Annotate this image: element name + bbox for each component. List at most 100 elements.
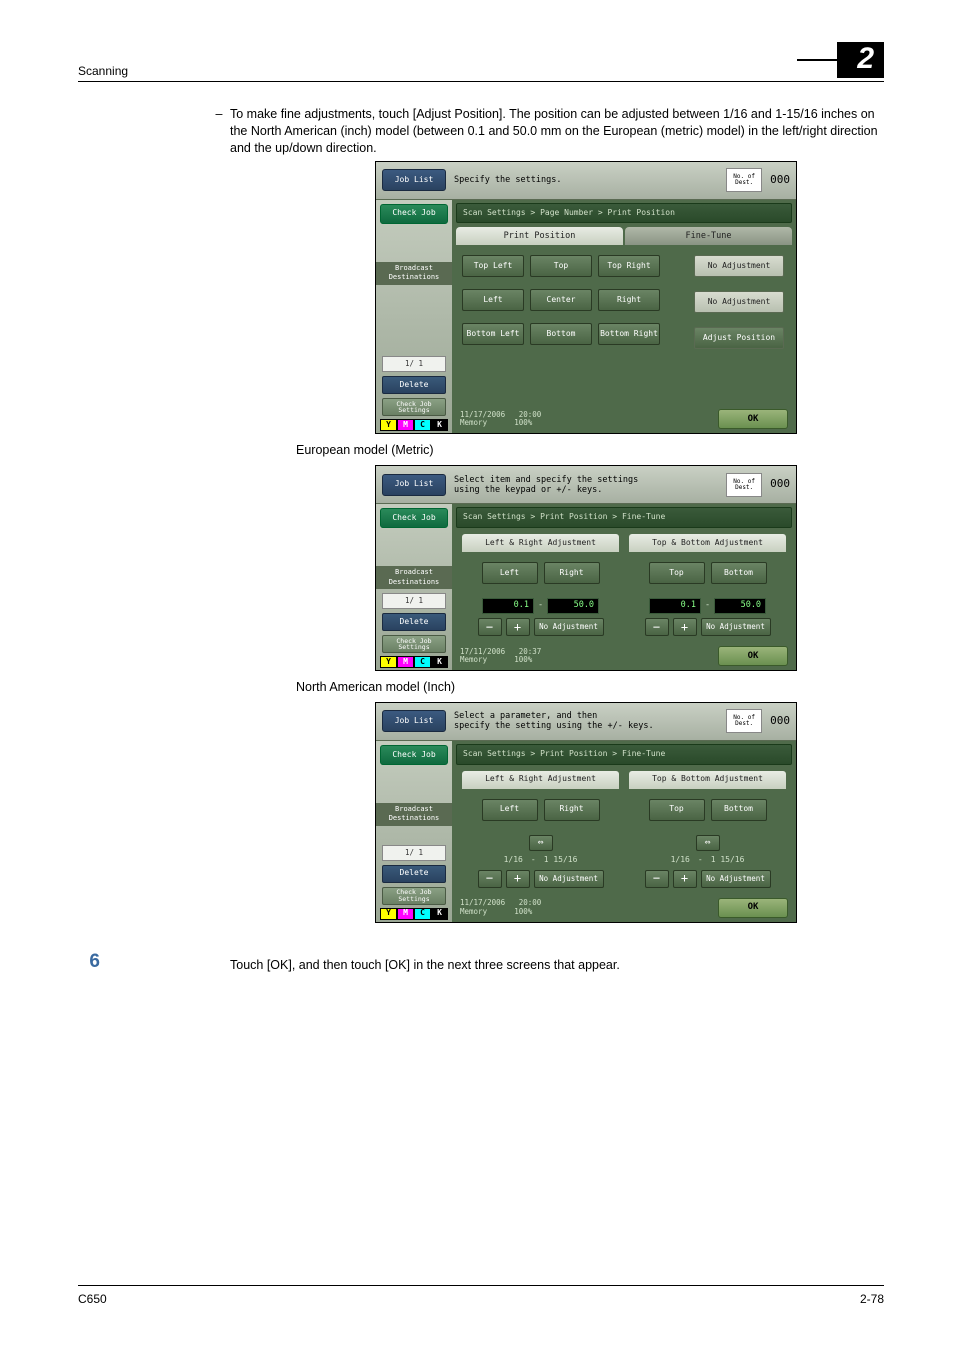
toner-m: M: [397, 419, 414, 431]
timestamp: 17/11/2006 20:37 Memory 100%: [460, 648, 541, 665]
lr-adjustment-header: Left & Right Adjustment: [462, 534, 619, 552]
pos-top-left[interactable]: Top Left: [462, 255, 524, 277]
pos-bottom[interactable]: Bottom: [530, 323, 592, 345]
page-indicator: 1/ 1: [382, 356, 446, 372]
page-indicator: 1/ 1: [382, 845, 446, 861]
swap-icon[interactable]: ⇔: [696, 835, 720, 851]
toner-indicators: Y M C K: [380, 908, 448, 920]
minus-button[interactable]: −: [645, 870, 669, 888]
swap-icon[interactable]: ⇔: [529, 835, 553, 851]
footer-page: 2-78: [860, 1292, 884, 1306]
no-adjustment-button[interactable]: No Adjustment: [701, 870, 771, 888]
lr-adjustment-header: Left & Right Adjustment: [462, 771, 619, 789]
delete-button[interactable]: Delete: [382, 376, 446, 394]
check-job-settings-button[interactable]: Check Job Settings: [382, 635, 446, 653]
intro-text: To make fine adjustments, touch [Adjust …: [230, 106, 884, 157]
minus-button[interactable]: −: [645, 618, 669, 636]
range-hi: 50.0: [547, 598, 599, 614]
bottom-button[interactable]: Bottom: [711, 562, 767, 584]
ok-button[interactable]: OK: [718, 898, 788, 918]
pos-bottom-right[interactable]: Bottom Right: [598, 323, 660, 345]
plus-button[interactable]: +: [506, 618, 530, 636]
toner-c: C: [414, 419, 431, 431]
chapter-number: 2: [837, 42, 884, 78]
breadcrumb: Scan Settings > Print Position > Fine-Tu…: [456, 744, 792, 765]
caption-european: European model (Metric): [288, 442, 884, 459]
pos-center[interactable]: Center: [530, 289, 592, 311]
tb-adjustment-header: Top & Bottom Adjustment: [629, 534, 786, 552]
range-hi: 1 15/16: [711, 855, 745, 866]
pos-bottom-left[interactable]: Bottom Left: [462, 323, 524, 345]
adjust-position-button[interactable]: Adjust Position: [694, 327, 784, 349]
check-job-button[interactable]: Check Job: [380, 745, 448, 765]
pos-top[interactable]: Top: [530, 255, 592, 277]
breadcrumb: Scan Settings > Page Number > Print Posi…: [456, 203, 792, 224]
minus-button[interactable]: −: [478, 870, 502, 888]
pos-left[interactable]: Left: [462, 289, 524, 311]
no-adjustment-2: No Adjustment: [694, 291, 784, 313]
page-footer: C650 2-78: [78, 1285, 884, 1306]
screenshot-fine-tune-metric: Job List Select item and specify the set…: [375, 465, 797, 671]
job-list-button[interactable]: Job List: [382, 710, 446, 732]
broadcast-label: Broadcast Destinations: [376, 566, 452, 589]
minus-button[interactable]: −: [478, 618, 502, 636]
right-button[interactable]: Right: [544, 799, 600, 821]
check-job-settings-button[interactable]: Check Job Settings: [382, 887, 446, 905]
range-lo: 1/16: [671, 855, 690, 866]
top-button[interactable]: Top: [649, 562, 705, 584]
delete-button[interactable]: Delete: [382, 865, 446, 883]
range-lo: 0.1: [649, 598, 701, 614]
page-indicator: 1/ 1: [382, 593, 446, 609]
step-number: 6: [78, 949, 100, 975]
step-6: 6 Touch [OK], and then touch [OK] in the…: [78, 949, 884, 975]
dest-count-value: 000: [770, 477, 790, 492]
tab-print-position[interactable]: Print Position: [456, 227, 623, 245]
no-adjustment-button[interactable]: No Adjustment: [534, 870, 604, 888]
bullet-dash: –: [208, 106, 230, 157]
dest-count-box: No. of Dest.: [726, 709, 762, 733]
breadcrumb: Scan Settings > Print Position > Fine-Tu…: [456, 507, 792, 528]
dest-count-box: No. of Dest.: [726, 473, 762, 497]
page-header: Scanning 2: [78, 42, 884, 82]
left-button[interactable]: Left: [482, 562, 538, 584]
job-list-button[interactable]: Job List: [382, 169, 446, 191]
screen-title: Select item and specify the settings usi…: [446, 475, 726, 495]
range-lo: 0.1: [482, 598, 534, 614]
plus-button[interactable]: +: [506, 870, 530, 888]
bottom-button[interactable]: Bottom: [711, 799, 767, 821]
ok-button[interactable]: OK: [718, 409, 788, 429]
toner-y: Y: [380, 419, 397, 431]
no-adjustment-button[interactable]: No Adjustment: [701, 618, 771, 636]
broadcast-label: Broadcast Destinations: [376, 262, 452, 285]
dest-count-value: 000: [770, 714, 790, 729]
section-title: Scanning: [78, 64, 128, 78]
screenshot-print-position: Job List Specify the settings. No. of De…: [375, 161, 797, 435]
tab-fine-tune[interactable]: Fine-Tune: [625, 227, 792, 245]
right-button[interactable]: Right: [544, 562, 600, 584]
footer-model: C650: [78, 1292, 107, 1306]
left-button[interactable]: Left: [482, 799, 538, 821]
top-button[interactable]: Top: [649, 799, 705, 821]
no-adjustment-1: No Adjustment: [694, 255, 784, 277]
pos-right[interactable]: Right: [598, 289, 660, 311]
timestamp: 11/17/2006 20:00 Memory 100%: [460, 411, 541, 428]
timestamp: 11/17/2006 20:00 Memory 100%: [460, 899, 541, 916]
pos-top-right[interactable]: Top Right: [598, 255, 660, 277]
screenshot-fine-tune-inch: Job List Select a parameter, and then sp…: [375, 702, 797, 923]
ok-button[interactable]: OK: [718, 646, 788, 666]
toner-indicators: Y M C K: [380, 419, 448, 431]
caption-north-american: North American model (Inch): [288, 679, 884, 696]
dest-count-box: No. of Dest.: [726, 168, 762, 192]
tb-adjustment-header: Top & Bottom Adjustment: [629, 771, 786, 789]
check-job-button[interactable]: Check Job: [380, 204, 448, 224]
dest-count-value: 000: [770, 173, 790, 188]
delete-button[interactable]: Delete: [382, 613, 446, 631]
range-hi: 50.0: [714, 598, 766, 614]
check-job-button[interactable]: Check Job: [380, 508, 448, 528]
plus-button[interactable]: +: [673, 870, 697, 888]
check-job-settings-button[interactable]: Check Job Settings: [382, 398, 446, 416]
no-adjustment-button[interactable]: No Adjustment: [534, 618, 604, 636]
broadcast-label: Broadcast Destinations: [376, 803, 452, 826]
plus-button[interactable]: +: [673, 618, 697, 636]
job-list-button[interactable]: Job List: [382, 474, 446, 496]
